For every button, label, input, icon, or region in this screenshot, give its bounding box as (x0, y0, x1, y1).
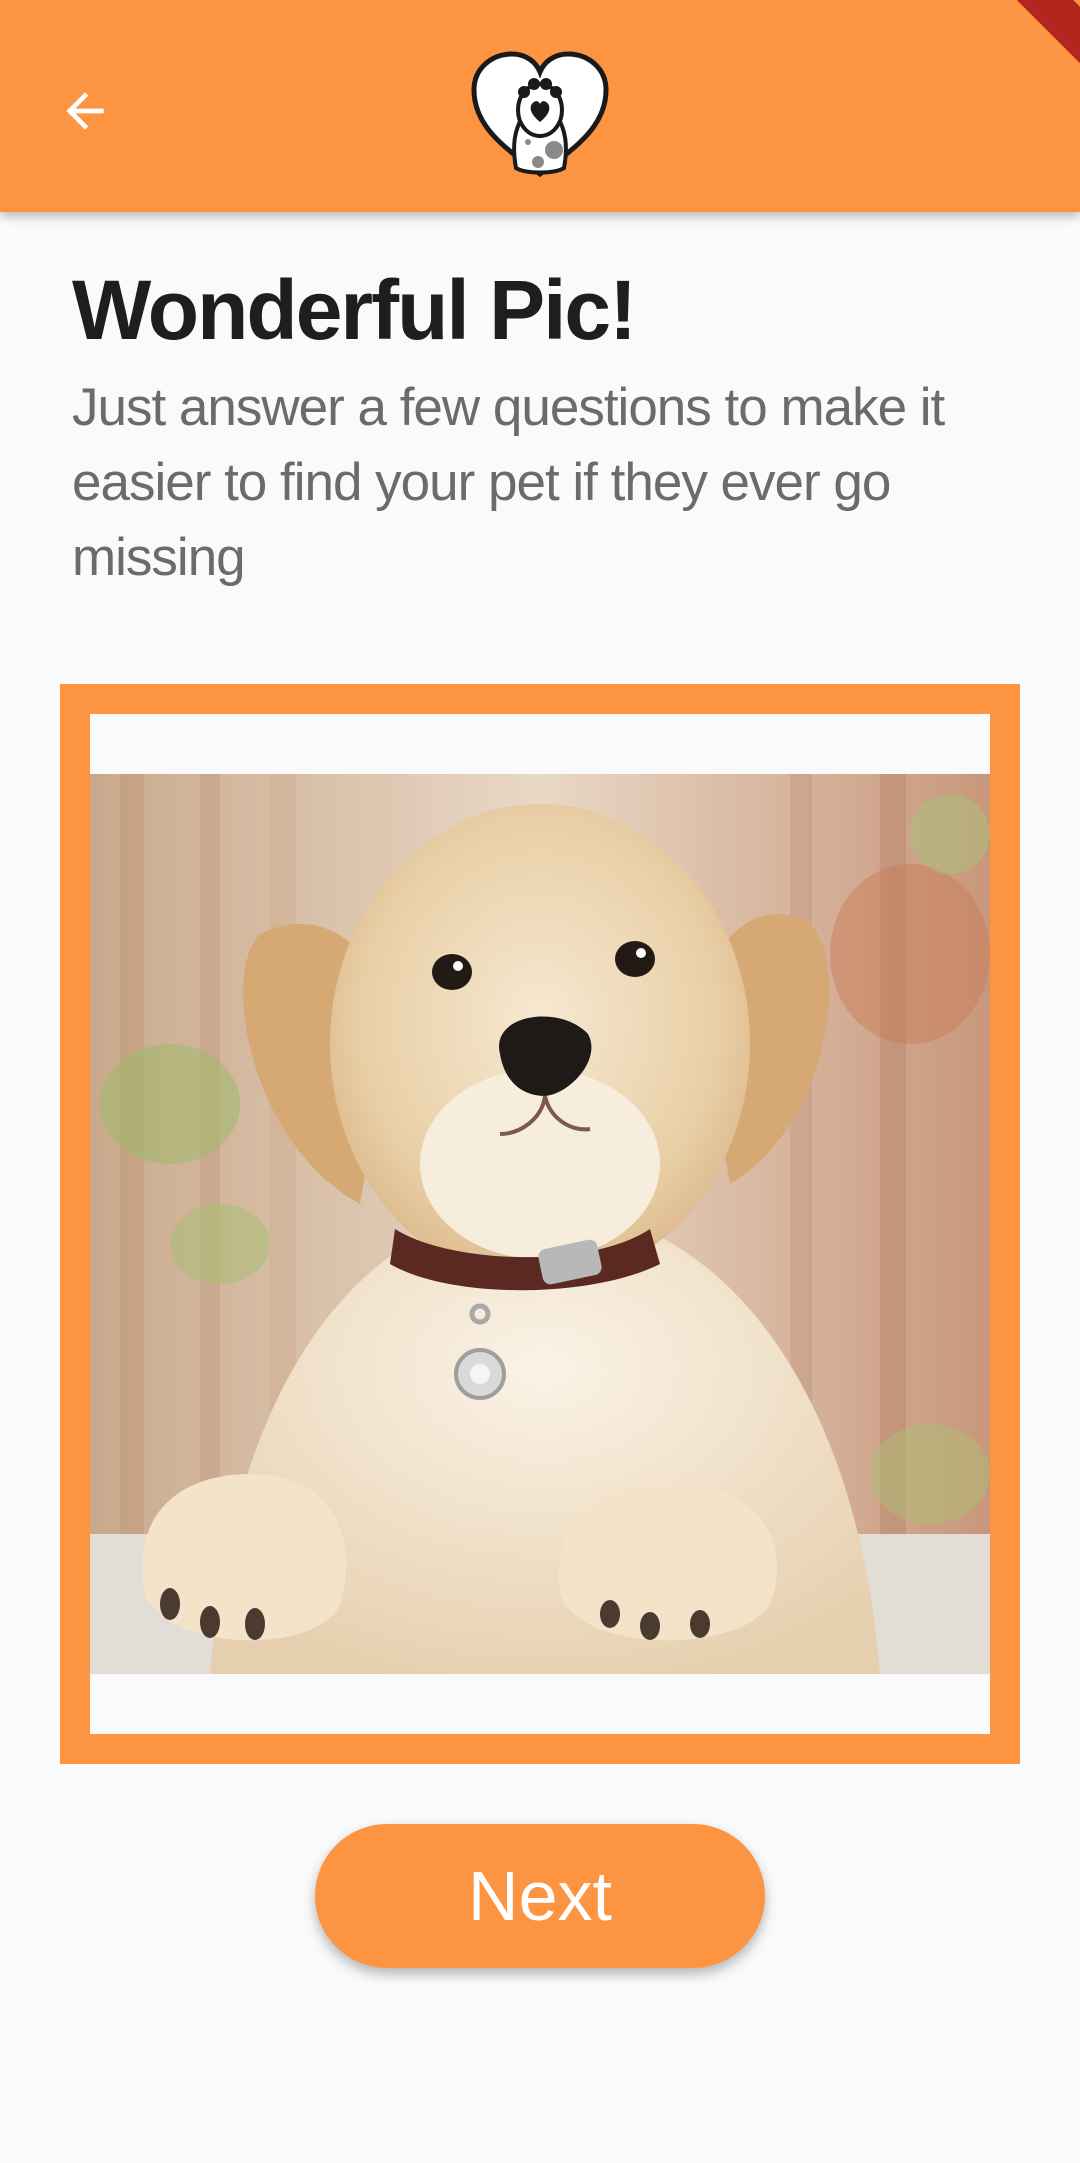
back-button[interactable] (40, 66, 130, 156)
app-bar (0, 0, 1080, 212)
heart-paw-logo-icon (468, 50, 612, 178)
arrow-left-icon (66, 92, 104, 130)
debug-banner (1010, 0, 1080, 70)
page-title: Wonderful Pic! (72, 263, 637, 357)
next-button[interactable]: Next (315, 1824, 765, 1968)
pet-photo-container (90, 714, 990, 1734)
page-subtitle: Just answer a few questions to make it e… (72, 378, 945, 587)
pet-photo-frame (60, 684, 1020, 1764)
pet-photo (90, 774, 990, 1674)
